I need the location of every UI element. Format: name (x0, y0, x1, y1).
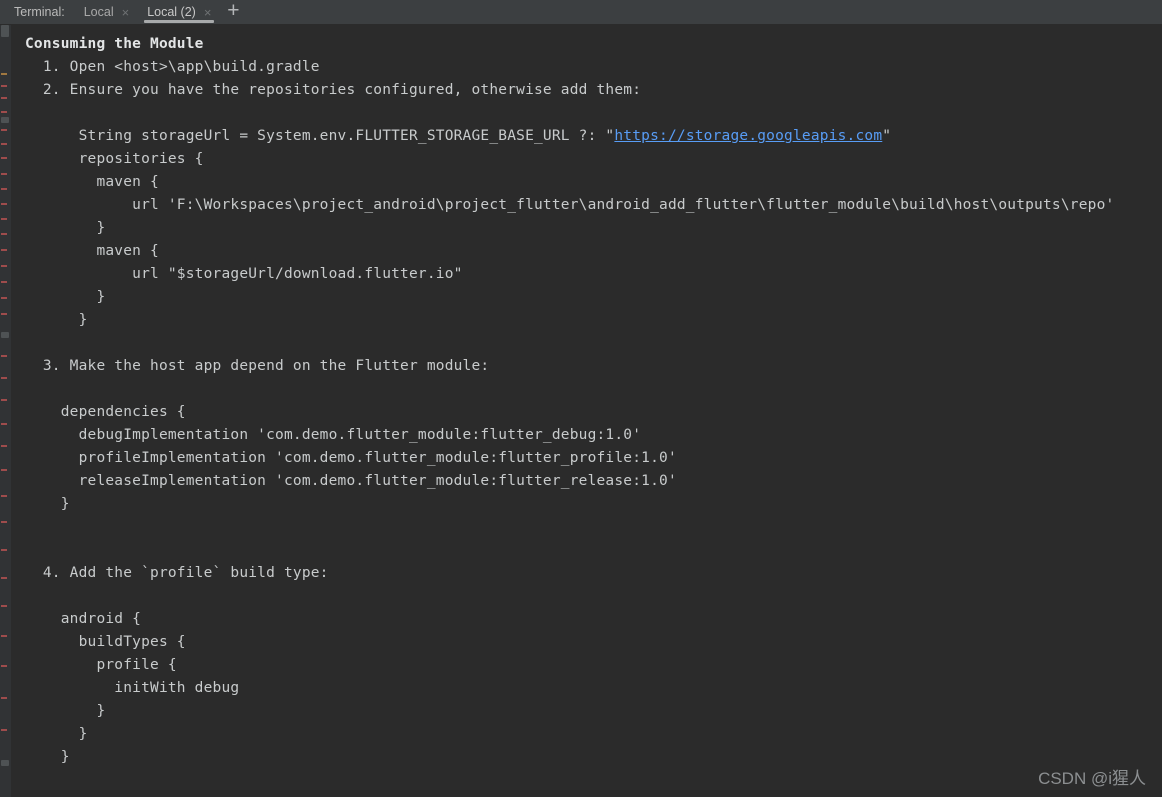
terminal-tab-local-2[interactable]: Local (2) × (138, 0, 220, 24)
storage-url-link[interactable]: https://storage.googleapis.com (614, 128, 882, 144)
terminal-line: url 'F:\Workspaces\project_android\proje… (25, 197, 1115, 213)
terminal-line: debugImplementation 'com.demo.flutter_mo… (25, 427, 642, 443)
terminal-line: maven { (25, 243, 159, 259)
gutter-marker[interactable] (1, 495, 7, 497)
terminal-line: android { (25, 611, 142, 627)
gutter-marker[interactable] (1, 129, 7, 131)
terminal-line: } (25, 703, 106, 719)
terminal-workspace: Consuming the Module 1. Open <host>\app\… (0, 25, 1162, 797)
watermark: CSDN @i猩人 (1038, 769, 1146, 788)
active-tab-indicator (144, 20, 215, 23)
gutter-marker[interactable] (1, 111, 7, 113)
terminal-line: repositories { (25, 151, 204, 167)
add-terminal-tab-button[interactable]: + (220, 0, 246, 24)
terminal-line: profileImplementation 'com.demo.flutter_… (25, 450, 677, 466)
terminal-line: 3. Make the host app depend on the Flutt… (25, 358, 490, 374)
gutter-marker[interactable] (1, 729, 7, 731)
gutter-marker[interactable] (1, 445, 7, 447)
gutter-marker[interactable] (1, 635, 7, 637)
terminal-line: } (25, 496, 70, 512)
terminal-text: " (882, 128, 892, 144)
gutter-marker[interactable] (1, 605, 7, 607)
terminal-line: 4. Add the `profile` build type: (25, 565, 329, 581)
gutter-marker[interactable] (1, 203, 7, 205)
gutter-marker[interactable] (1, 521, 7, 523)
terminal-line: String storageUrl = System.env.FLUTTER_S… (11, 125, 1162, 148)
terminal-line: } (25, 220, 106, 236)
gutter-marker[interactable] (1, 143, 7, 145)
terminal-tab-bar: Terminal: Local × Local (2) × + (0, 0, 1162, 25)
gutter-marker[interactable] (1, 97, 7, 99)
gutter-marker[interactable] (1, 218, 7, 220)
terminal-text: String storageUrl = System.env.FLUTTER_S… (25, 128, 615, 144)
error-stripe-gutter[interactable] (0, 25, 11, 797)
terminal-line: Consuming the Module (25, 36, 204, 52)
gutter-marker[interactable] (1, 297, 7, 299)
gutter-marker[interactable] (1, 355, 7, 357)
terminal-tab-local[interactable]: Local × (75, 0, 138, 24)
close-icon[interactable]: × (204, 6, 212, 19)
terminal-line: buildTypes { (25, 634, 186, 650)
terminal-line: 1. Open <host>\app\build.gradle (25, 59, 320, 75)
terminal-line: } (25, 726, 88, 742)
gutter-marker[interactable] (1, 469, 7, 471)
gutter-marker[interactable] (1, 265, 7, 267)
gutter-scroll-thumb[interactable] (1, 332, 9, 338)
gutter-marker[interactable] (1, 233, 7, 235)
gutter-scroll-thumb[interactable] (1, 117, 9, 123)
terminal-line: 2. Ensure you have the repositories conf… (25, 82, 642, 98)
gutter-marker[interactable] (1, 665, 7, 667)
terminal-line: url "$storageUrl/download.flutter.io" (25, 266, 463, 282)
gutter-marker[interactable] (1, 313, 7, 315)
gutter-marker[interactable] (1, 249, 7, 251)
gutter-marker[interactable] (1, 549, 7, 551)
gutter-marker[interactable] (1, 85, 7, 87)
gutter-scroll-thumb[interactable] (1, 25, 9, 37)
gutter-marker[interactable] (1, 399, 7, 401)
gutter-marker[interactable] (1, 697, 7, 699)
terminal-line: releaseImplementation 'com.demo.flutter_… (25, 473, 677, 489)
gutter-marker[interactable] (1, 281, 7, 283)
gutter-marker[interactable] (1, 73, 7, 75)
terminal-line: initWith debug (25, 680, 240, 696)
terminal-output[interactable]: Consuming the Module 1. Open <host>\app\… (11, 25, 1162, 797)
terminal-line: dependencies { (25, 404, 186, 420)
terminal-line: } (25, 312, 88, 328)
terminal-line: maven { (25, 174, 159, 190)
gutter-scroll-thumb[interactable] (1, 760, 9, 766)
terminal-line: } (25, 749, 70, 765)
terminal-line: } (25, 289, 106, 305)
tab-title: Local (83, 5, 114, 19)
gutter-marker[interactable] (1, 577, 7, 579)
gutter-marker[interactable] (1, 377, 7, 379)
tab-title: Local (2) (147, 5, 196, 19)
terminal-panel-label: Terminal: (14, 5, 65, 19)
close-icon[interactable]: × (122, 6, 130, 19)
gutter-marker[interactable] (1, 173, 7, 175)
terminal-line: profile { (25, 657, 177, 673)
gutter-marker[interactable] (1, 188, 7, 190)
gutter-marker[interactable] (1, 423, 7, 425)
gutter-marker[interactable] (1, 157, 7, 159)
